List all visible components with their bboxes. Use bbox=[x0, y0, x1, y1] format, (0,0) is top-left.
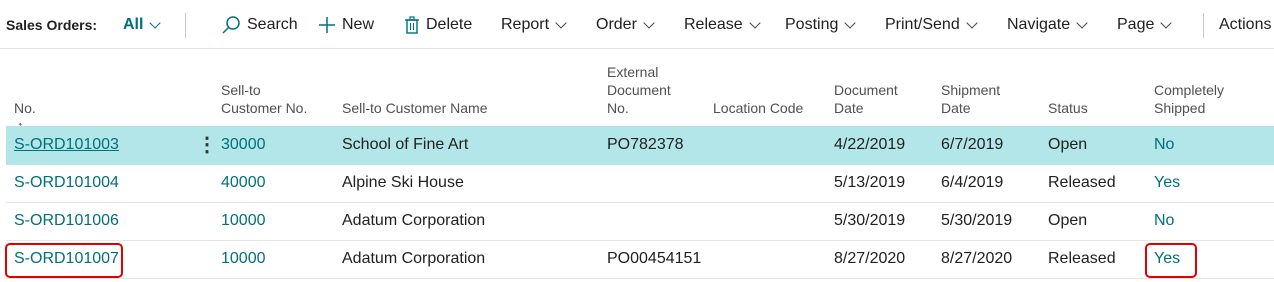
header-line: Customer No. bbox=[221, 100, 308, 116]
document-date: 5/30/2019 bbox=[834, 212, 906, 229]
column-header-sell-to-customer-no[interactable]: Sell-to Customer No. bbox=[221, 81, 307, 117]
header-line: No. bbox=[607, 100, 629, 116]
customer-name: Adatum Corporation bbox=[342, 250, 486, 267]
highlight-callout-completely-shipped bbox=[1145, 243, 1197, 278]
posting-menu[interactable]: Posting bbox=[785, 0, 857, 50]
print-send-label: Print/Send bbox=[885, 16, 960, 33]
new-label: New bbox=[342, 16, 375, 33]
chevron-down-icon bbox=[1160, 16, 1173, 29]
navigate-menu[interactable]: Navigate bbox=[1007, 0, 1088, 50]
column-header-no-label: No. bbox=[14, 100, 36, 116]
delete-button[interactable]: Delete bbox=[404, 0, 472, 50]
highlight-callout-order-no bbox=[5, 243, 123, 278]
posting-label: Posting bbox=[785, 16, 839, 33]
chevron-down-icon bbox=[966, 16, 978, 29]
print-send-menu[interactable]: Print/Send bbox=[885, 0, 978, 50]
header-line: Shipment bbox=[941, 82, 1001, 98]
completely-shipped[interactable]: No bbox=[1154, 126, 1174, 164]
column-header-status[interactable]: Status bbox=[1048, 99, 1088, 117]
report-label: Report bbox=[501, 16, 550, 33]
document-date: 5/13/2019 bbox=[834, 174, 906, 191]
filter-view-dropdown[interactable]: All bbox=[123, 0, 162, 50]
release-menu[interactable]: Release bbox=[684, 0, 761, 50]
search-label: Search bbox=[247, 16, 298, 33]
page-label: Page bbox=[1117, 16, 1155, 33]
status: Released bbox=[1048, 250, 1116, 267]
header-line: Date bbox=[941, 100, 971, 116]
customer-no-link[interactable]: 30000 bbox=[221, 126, 266, 164]
completely-shipped[interactable]: Yes bbox=[1154, 164, 1180, 202]
report-menu[interactable]: Report bbox=[501, 0, 567, 50]
actions-menu[interactable]: Actions bbox=[1219, 0, 1271, 50]
order-menu[interactable]: Order bbox=[596, 0, 655, 50]
new-button[interactable]: New bbox=[318, 0, 374, 50]
filter-view-label: All bbox=[123, 16, 144, 33]
header-line: External bbox=[607, 64, 659, 80]
table-row[interactable]: S-ORD101003 ⋮ 30000 School of Fine Art P… bbox=[6, 126, 1274, 165]
document-date: 8/27/2020 bbox=[834, 250, 906, 267]
header-line: Document bbox=[607, 82, 671, 98]
customer-no-link[interactable]: 10000 bbox=[221, 240, 266, 278]
header-line: Completely bbox=[1154, 82, 1225, 98]
table-row[interactable]: S-ORD101004 40000 Alpine Ski House 5/13/… bbox=[6, 164, 1274, 203]
column-header-location-code[interactable]: Location Code bbox=[713, 99, 803, 117]
customer-no-link[interactable]: 10000 bbox=[221, 202, 266, 240]
customer-name: School of Fine Art bbox=[342, 136, 469, 153]
column-header-completely-shipped[interactable]: Completely Shipped bbox=[1154, 81, 1224, 117]
search-button[interactable]: Search bbox=[221, 0, 298, 50]
customer-name: Alpine Ski House bbox=[342, 174, 464, 191]
customer-name: Adatum Corporation bbox=[342, 212, 486, 229]
chevron-down-icon bbox=[1076, 16, 1088, 29]
customer-no-link[interactable]: 40000 bbox=[221, 164, 266, 202]
plus-icon bbox=[318, 16, 336, 34]
shipment-date: 6/7/2019 bbox=[941, 136, 1004, 153]
navigate-label: Navigate bbox=[1007, 16, 1071, 33]
order-no-link[interactable]: S-ORD101006 bbox=[14, 202, 119, 240]
document-date: 4/22/2019 bbox=[834, 136, 906, 153]
header-line: Shipped bbox=[1154, 100, 1206, 116]
external-document-no: PO782378 bbox=[607, 136, 684, 153]
toolbar-divider-line bbox=[0, 48, 1274, 49]
chevron-down-icon bbox=[555, 16, 567, 29]
trash-icon bbox=[404, 16, 420, 34]
shipment-date: 6/4/2019 bbox=[941, 174, 1004, 191]
chevron-down-icon bbox=[749, 16, 761, 29]
order-no-link[interactable]: S-ORD101003 bbox=[14, 126, 119, 164]
completely-shipped[interactable]: No bbox=[1154, 202, 1174, 240]
chevron-down-icon bbox=[149, 16, 162, 29]
column-header-document-date[interactable]: Document Date bbox=[834, 81, 898, 117]
order-label: Order bbox=[596, 16, 637, 33]
actions-label: Actions bbox=[1219, 16, 1272, 33]
column-header-sell-to-customer-name[interactable]: Sell-to Customer Name bbox=[342, 99, 488, 117]
header-line: Location Code bbox=[713, 100, 804, 116]
header-line: Sell-to Customer Name bbox=[342, 100, 488, 116]
toolbar-divider bbox=[1203, 13, 1204, 38]
status: Released bbox=[1048, 174, 1116, 191]
header-line: Document bbox=[834, 82, 898, 98]
status: Open bbox=[1048, 212, 1088, 229]
table-row[interactable]: S-ORD101006 10000 Adatum Corporation 5/3… bbox=[6, 202, 1274, 241]
status: Open bbox=[1048, 136, 1088, 153]
search-icon bbox=[221, 15, 241, 35]
delete-label: Delete bbox=[426, 16, 473, 33]
table-row[interactable]: S-ORD101007 10000 Adatum Corporation PO0… bbox=[6, 240, 1274, 279]
column-header-external-document-no[interactable]: External Document No. bbox=[607, 63, 671, 117]
chevron-down-icon bbox=[844, 16, 857, 29]
release-label: Release bbox=[684, 16, 743, 33]
header-line: Date bbox=[834, 100, 864, 116]
header-line: Status bbox=[1048, 100, 1088, 116]
row-menu-icon[interactable]: ⋮ bbox=[197, 126, 217, 164]
page-title: Sales Orders: bbox=[6, 17, 98, 33]
column-header-shipment-date[interactable]: Shipment Date bbox=[941, 81, 1000, 117]
toolbar-divider bbox=[185, 13, 186, 38]
header-line: Sell-to bbox=[221, 82, 261, 98]
order-no-link[interactable]: S-ORD101004 bbox=[14, 164, 119, 202]
shipment-date: 5/30/2019 bbox=[941, 212, 1013, 229]
shipment-date: 8/27/2020 bbox=[941, 250, 1013, 267]
action-bar: Sales Orders: All Search New Delete Repo… bbox=[0, 0, 1274, 50]
external-document-no: PO00454151 bbox=[607, 250, 702, 267]
page-menu[interactable]: Page bbox=[1117, 0, 1173, 50]
chevron-down-icon bbox=[643, 16, 655, 29]
